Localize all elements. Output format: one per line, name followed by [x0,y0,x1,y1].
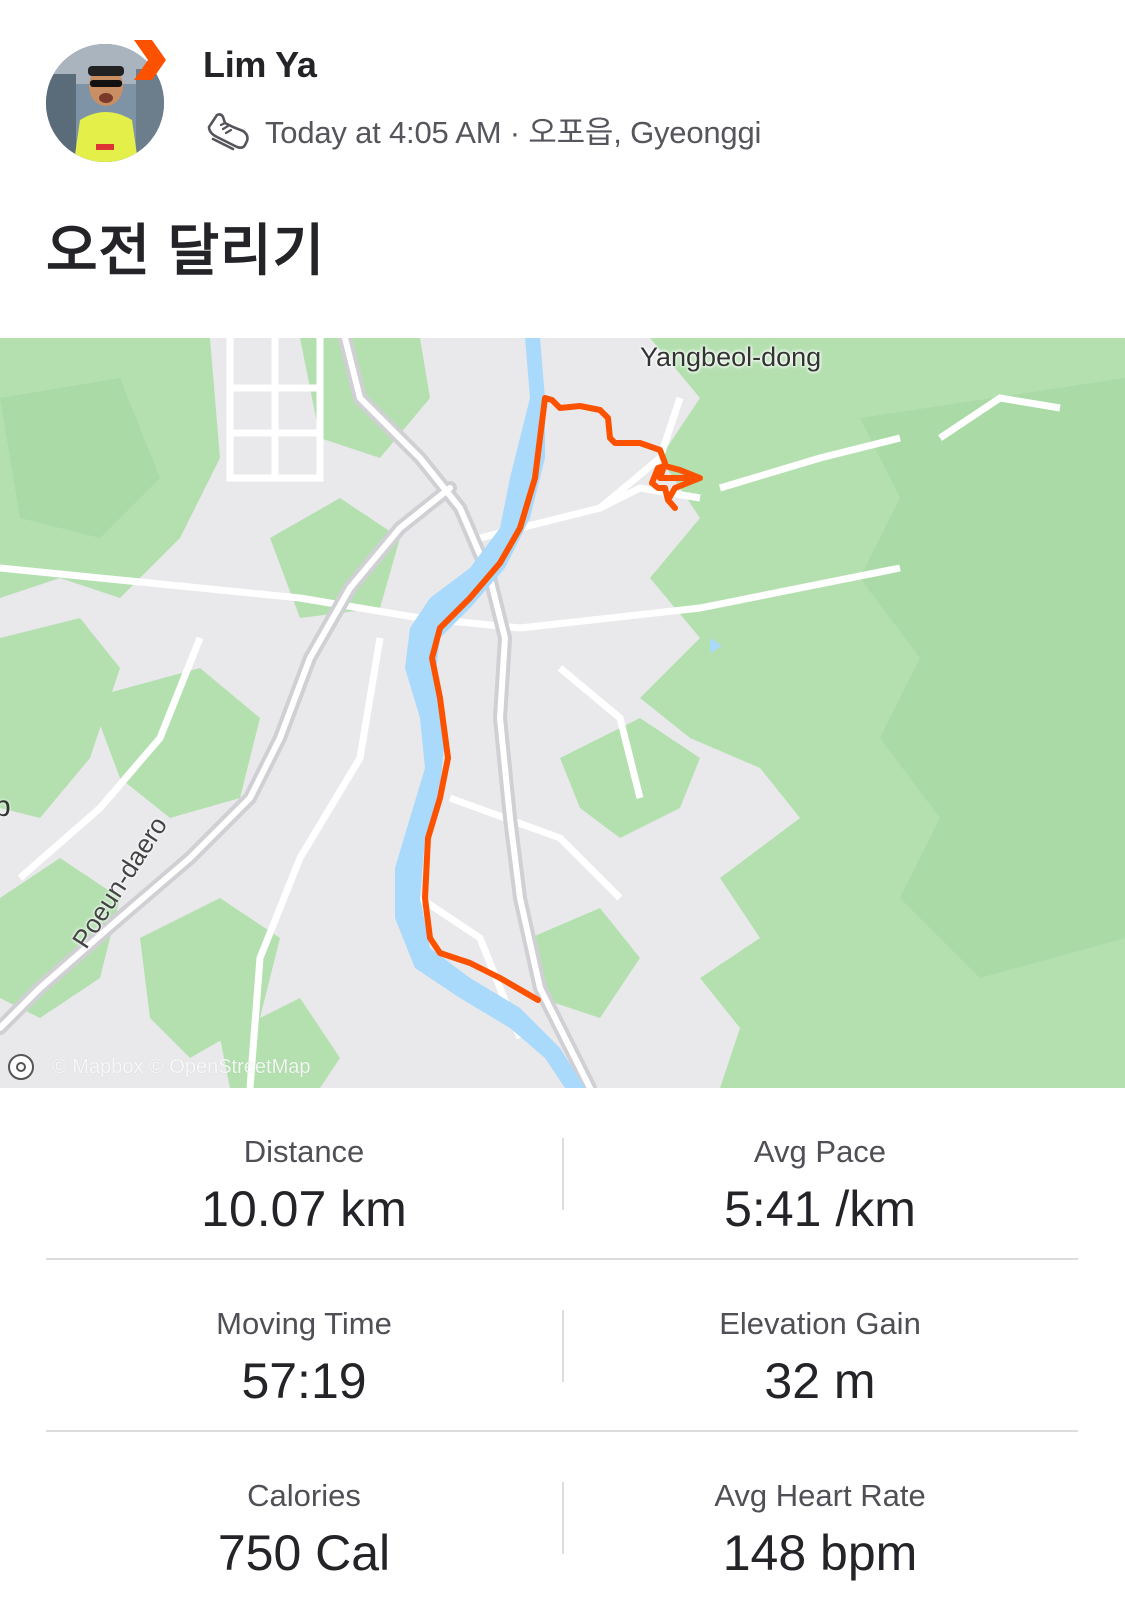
activity-meta: Today at 4:05 AM · 오포읍, Gyeonggi [203,104,761,154]
stat-moving-time: Moving Time 57:19 [46,1260,562,1430]
stat-elevation-gain: Elevation Gain 32 m [562,1260,1078,1430]
mapbox-logo-icon[interactable] [8,1054,34,1080]
stat-row: Calories 750 Cal Avg Heart Rate 148 bpm [46,1432,1078,1602]
user-name[interactable]: Lim Ya [203,44,317,86]
stats-grid: Distance 10.07 km Avg Pace 5:41 /km Movi… [46,1088,1078,1602]
map-label-edge: p [0,790,11,823]
activity-date-location: Today at 4:05 AM · 오포읍, Gyeonggi [265,114,762,150]
stat-label: Distance [243,1134,365,1169]
map-label-place: Yangbeol-dong [640,342,822,372]
stat-value: 148 bpm [722,1525,918,1581]
stat-row: Moving Time 57:19 Elevation Gain 32 m [46,1260,1078,1432]
map-attribution[interactable]: © Mapbox © OpenStreetMap [8,1054,311,1080]
stat-label: Avg Heart Rate [714,1478,926,1513]
stat-label: Avg Pace [753,1134,887,1169]
running-shoe-icon [207,113,249,151]
stat-row: Distance 10.07 km Avg Pace 5:41 /km [46,1088,1078,1260]
stat-value: 57:19 [241,1353,367,1409]
stat-distance: Distance 10.07 km [46,1088,562,1258]
route-map[interactable]: Yangbeol-dong Poeun-daero p © Mapbox © O… [0,338,1125,1088]
stat-avg-pace: Avg Pace 5:41 /km [562,1088,1078,1258]
stat-calories: Calories 750 Cal [46,1432,562,1602]
stat-label: Moving Time [216,1306,392,1341]
stat-avg-heart-rate: Avg Heart Rate 148 bpm [562,1432,1078,1602]
activity-title[interactable]: 오전 달리기 [46,206,325,287]
map-attribution-text[interactable]: © Mapbox © OpenStreetMap [52,1056,311,1079]
subscriber-badge-icon [134,40,166,80]
stat-value: 750 Cal [217,1525,391,1581]
map-canvas [0,338,1125,1088]
activity-header: Lim Ya Today at 4:05 AM · 오포읍, Gyeonggi [0,0,1125,200]
stat-value: 10.07 km [201,1181,407,1237]
stat-label: Elevation Gain [719,1306,921,1341]
stat-value: 32 m [764,1353,876,1409]
avatar-container[interactable] [46,40,168,162]
stat-value: 5:41 /km [724,1181,916,1237]
stat-label: Calories [247,1478,361,1513]
